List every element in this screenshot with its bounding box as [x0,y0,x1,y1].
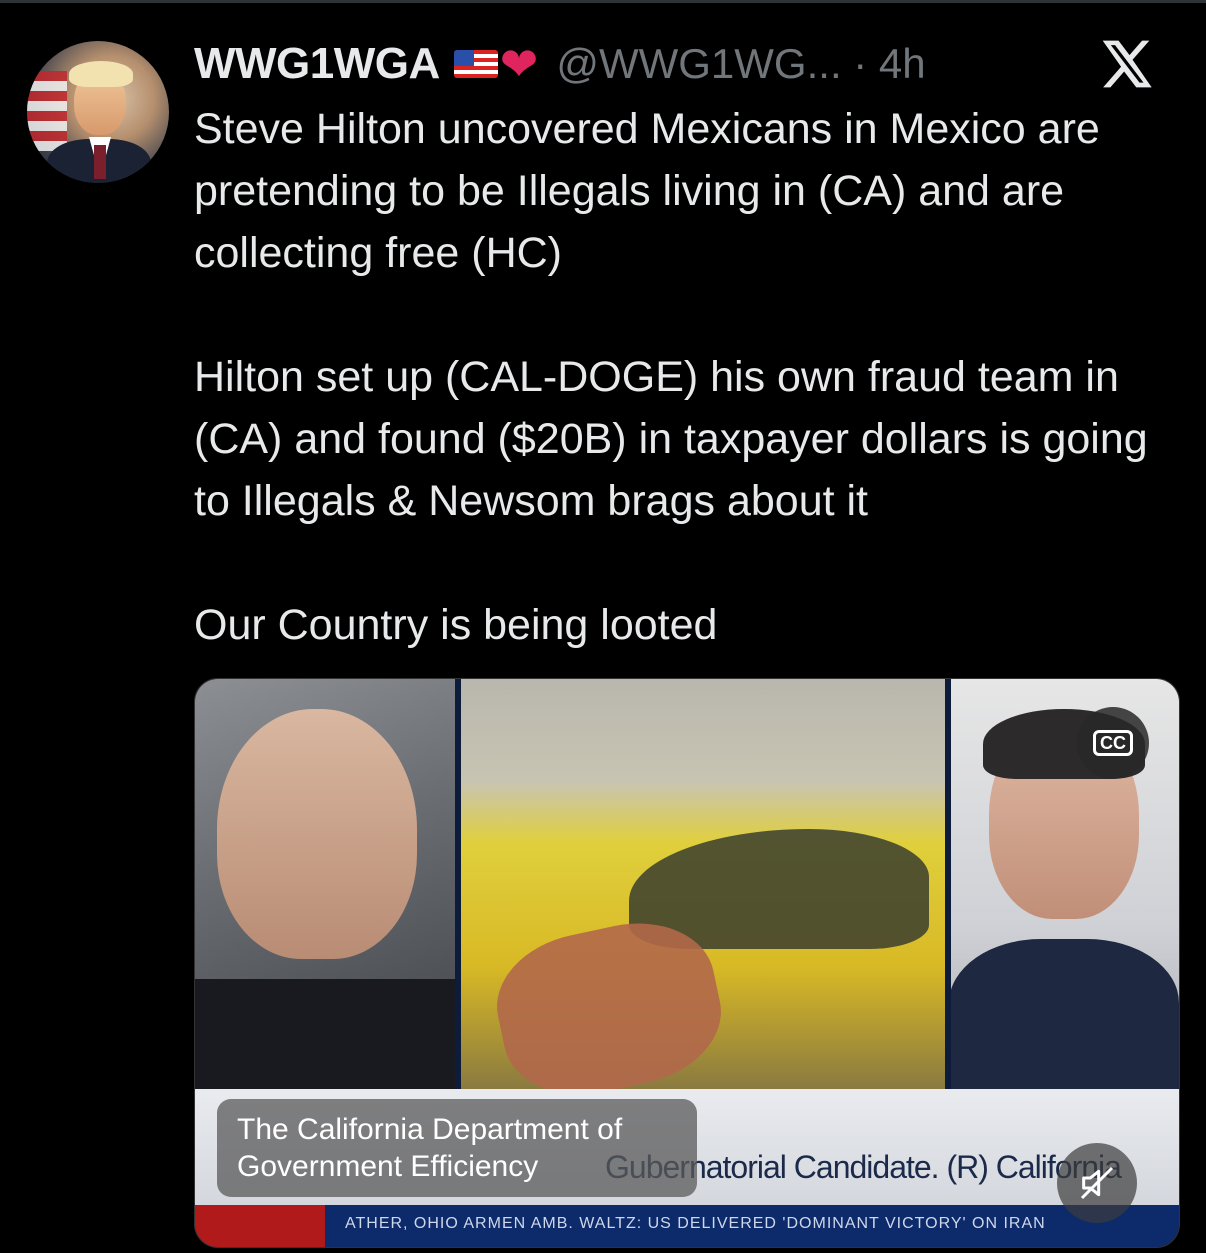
avatar-flag-background [27,71,67,151]
us-flag-icon [453,50,498,78]
tweet-body: Steve Hilton uncovered Mexicans in Mexic… [194,98,1184,656]
author-avatar[interactable] [27,41,169,183]
video-player[interactable]: Gubernatorial Candidate. (R) California … [194,678,1180,1248]
tweet-paragraph: Our Country is being looted [194,601,718,649]
video-caption: The California Department of Government … [217,1099,697,1197]
tweet-paragraph: Steve Hilton uncovered Mexicans in Mexic… [194,105,1100,277]
news-ticker: ATHER, OHIO ARMEN AMB. WALTZ: US DELIVER… [195,1205,1179,1247]
top-divider [0,0,1206,3]
mute-button[interactable] [1057,1143,1137,1223]
tweet-paragraph: Hilton set up (CAL-DOGE) his own fraud t… [194,353,1148,525]
closed-captions-button[interactable]: CC [1077,707,1149,779]
heart-icon: ❤ [499,38,539,90]
author-display-name[interactable]: WWG1WGA [194,39,440,89]
video-frame-left-speaker [195,679,459,1099]
closed-captions-icon: CC [1093,730,1133,756]
author-handle-and-time[interactable]: @WWG1WG... · 4h [556,40,925,88]
video-frame-center-car [459,679,949,1111]
ticker-text: ATHER, OHIO ARMEN AMB. WALTZ: US DELIVER… [345,1215,1046,1232]
muted-speaker-icon [1080,1166,1114,1200]
x-logo-icon[interactable] [1098,36,1154,92]
tweet-header: WWG1WGA ❤ @WWG1WG... · 4h [194,36,926,92]
